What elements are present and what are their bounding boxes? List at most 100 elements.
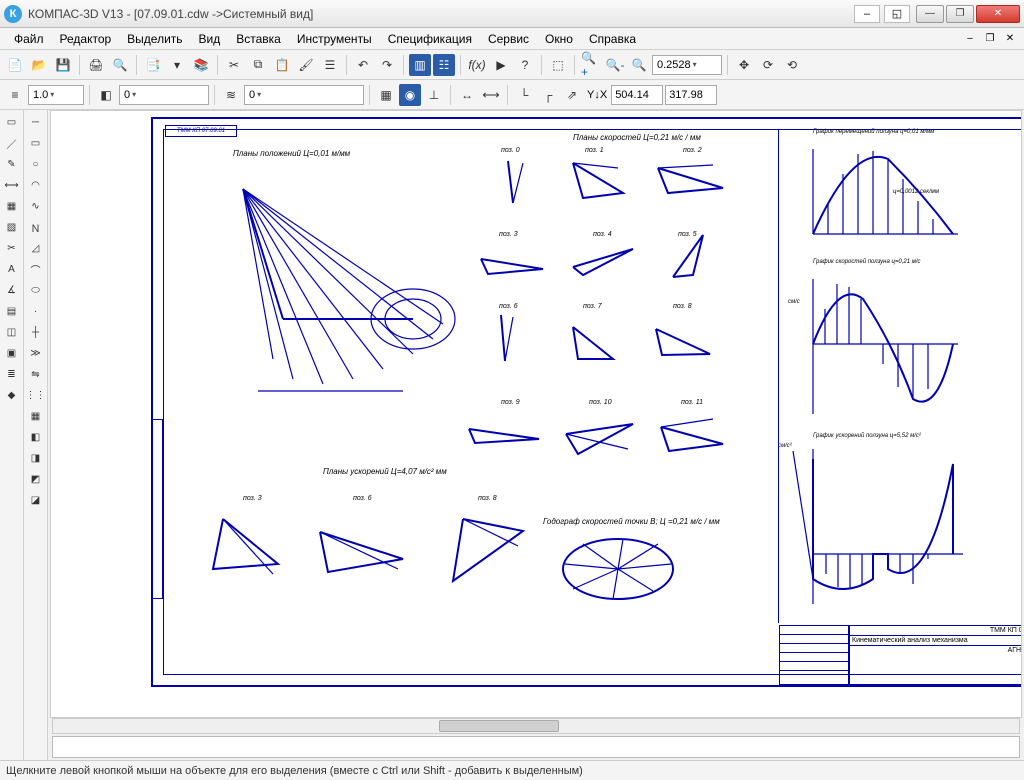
properties-icon[interactable]: ☰	[319, 54, 341, 76]
layers-icon[interactable]: ◧	[95, 84, 117, 106]
mirror-icon[interactable]: ⇋	[26, 364, 46, 384]
extra1-icon[interactable]: ◧	[26, 427, 46, 447]
manager-icon[interactable]: ▥	[409, 54, 431, 76]
offset-icon[interactable]: ≫	[26, 343, 46, 363]
new-icon[interactable]: 📄	[4, 54, 26, 76]
print-icon[interactable]: 🖨	[85, 54, 107, 76]
undo-icon[interactable]: ↶	[352, 54, 374, 76]
pattern-icon[interactable]: ▦	[26, 406, 46, 426]
coord-toggle3-icon[interactable]: ⇗	[561, 84, 583, 106]
extra-tool-icon[interactable]: ◆	[2, 385, 22, 405]
point-icon[interactable]: ·	[26, 301, 46, 321]
coord-x-field[interactable]: 504.14	[611, 85, 663, 105]
select-tool-icon[interactable]: ▭	[2, 112, 22, 132]
extra3-icon[interactable]: ◩	[26, 469, 46, 489]
circle-icon[interactable]: ○	[26, 154, 46, 174]
menu-edit[interactable]: Редактор	[52, 30, 120, 48]
snap-icon[interactable]: ◉	[399, 84, 421, 106]
rect-icon[interactable]: ▭	[26, 133, 46, 153]
pencil-icon[interactable]: ✎	[2, 154, 22, 174]
fillet-icon[interactable]: ⌒	[26, 259, 46, 279]
view-tool-icon[interactable]: ▣	[2, 343, 22, 363]
doc-restore-icon[interactable]: ❐	[982, 32, 998, 46]
pos-8: поз. 8	[673, 303, 692, 310]
refresh-icon[interactable]: ⟲	[781, 54, 803, 76]
zoomout-icon[interactable]: 🔍-	[604, 54, 626, 76]
linewidth-value[interactable]: 1.0▾	[28, 85, 84, 105]
menu-select[interactable]: Выделить	[119, 30, 190, 48]
zoom-value-input[interactable]: 0.2528▾	[652, 55, 722, 75]
polyline-icon[interactable]: Ｎ	[26, 217, 46, 237]
play-icon[interactable]: ▶	[490, 54, 512, 76]
menu-file[interactable]: Файл	[6, 30, 52, 48]
measure-icon[interactable]: ↔	[456, 84, 478, 106]
menubar: Файл Редактор Выделить Вид Вставка Инстр…	[0, 28, 1024, 50]
linewidth-icon[interactable]: ≡	[4, 84, 26, 106]
table-tool-icon[interactable]: ▤	[2, 301, 22, 321]
extra4-icon[interactable]: ◪	[26, 490, 46, 510]
chamfer-icon[interactable]: ◿	[26, 238, 46, 258]
variables-icon[interactable]: f(x)	[466, 54, 488, 76]
zoomfit-icon[interactable]: 🔍	[628, 54, 650, 76]
brush-icon[interactable]: 🖌	[295, 54, 317, 76]
cut-icon[interactable]: ✂	[223, 54, 245, 76]
dim-h-icon[interactable]: ⟷	[480, 84, 502, 106]
tree-icon[interactable]: ☷	[433, 54, 455, 76]
layer-select[interactable]: 0▾	[119, 85, 209, 105]
library-icon[interactable]: 📚	[190, 54, 212, 76]
text-tool-icon[interactable]: A	[2, 259, 22, 279]
menu-insert[interactable]: Вставка	[228, 30, 289, 48]
rotate-icon[interactable]: ⟳	[757, 54, 779, 76]
drawing-canvas[interactable]: ТММ КП 07.09.01 Планы положений Ц=0,01 м…	[50, 110, 1022, 718]
help-restore-icon[interactable]: ◱	[884, 5, 910, 23]
dropdown-icon[interactable]: ▾	[166, 54, 188, 76]
menu-view[interactable]: Вид	[191, 30, 229, 48]
coord-toggle1-icon[interactable]: └	[513, 84, 535, 106]
ortho-icon[interactable]: ⊥	[423, 84, 445, 106]
params-tool-icon[interactable]: ≣	[2, 364, 22, 384]
copy-icon[interactable]: ⧉	[247, 54, 269, 76]
doc-close-icon[interactable]: ✕	[1002, 32, 1018, 46]
linestyle-select[interactable]: 0▾	[244, 85, 364, 105]
hatch-icon[interactable]: ▦	[375, 84, 397, 106]
h-scrollbar[interactable]	[52, 718, 1020, 734]
zoomin-icon[interactable]: 🔍+	[580, 54, 602, 76]
help-min-icon[interactable]: –	[854, 5, 880, 23]
ellipse-icon[interactable]: ⬭	[26, 280, 46, 300]
measure-tool-icon[interactable]: ∡	[2, 280, 22, 300]
array-icon[interactable]: ⋮⋮	[26, 385, 46, 405]
seg-line-icon[interactable]: ─	[26, 112, 46, 132]
menu-window[interactable]: Окно	[537, 30, 581, 48]
maximize-button[interactable]: ❐	[946, 5, 974, 23]
grid-tool-icon[interactable]: ▦	[2, 196, 22, 216]
doc-props-icon[interactable]: 📑	[142, 54, 164, 76]
hatch-tool-icon[interactable]: ▨	[2, 217, 22, 237]
close-button[interactable]: ✕	[976, 5, 1020, 23]
menu-tools[interactable]: Инструменты	[289, 30, 380, 48]
doc-min-icon[interactable]: –	[962, 32, 978, 46]
linestyle-icon[interactable]: ≋	[220, 84, 242, 106]
paste-icon[interactable]: 📋	[271, 54, 293, 76]
trim-icon[interactable]: ✂	[2, 238, 22, 258]
dim-tool-icon[interactable]: ⟷	[2, 175, 22, 195]
menu-service[interactable]: Сервис	[480, 30, 537, 48]
redo-icon[interactable]: ↷	[376, 54, 398, 76]
spline-icon[interactable]: ∿	[26, 196, 46, 216]
save-icon[interactable]: 💾	[52, 54, 74, 76]
minimize-button[interactable]: —	[916, 5, 944, 23]
axis-icon[interactable]: ┼	[26, 322, 46, 342]
menu-spec[interactable]: Спецификация	[380, 30, 480, 48]
arc-icon[interactable]: ◠	[26, 175, 46, 195]
extra2-icon[interactable]: ◨	[26, 448, 46, 468]
pan-icon[interactable]: ✥	[733, 54, 755, 76]
line-tool-icon[interactable]: ／	[2, 133, 22, 153]
zoomwin-icon[interactable]: ⬚	[547, 54, 569, 76]
menu-help[interactable]: Справка	[581, 30, 644, 48]
whatsthis-icon[interactable]: ?	[514, 54, 536, 76]
preview-icon[interactable]: 🔍	[109, 54, 131, 76]
command-panel[interactable]	[52, 736, 1020, 758]
coord-toggle2-icon[interactable]: ┌	[537, 84, 559, 106]
open-icon[interactable]: 📂	[28, 54, 50, 76]
block-tool-icon[interactable]: ◫	[2, 322, 22, 342]
coord-y-field[interactable]: 317.98	[665, 85, 717, 105]
